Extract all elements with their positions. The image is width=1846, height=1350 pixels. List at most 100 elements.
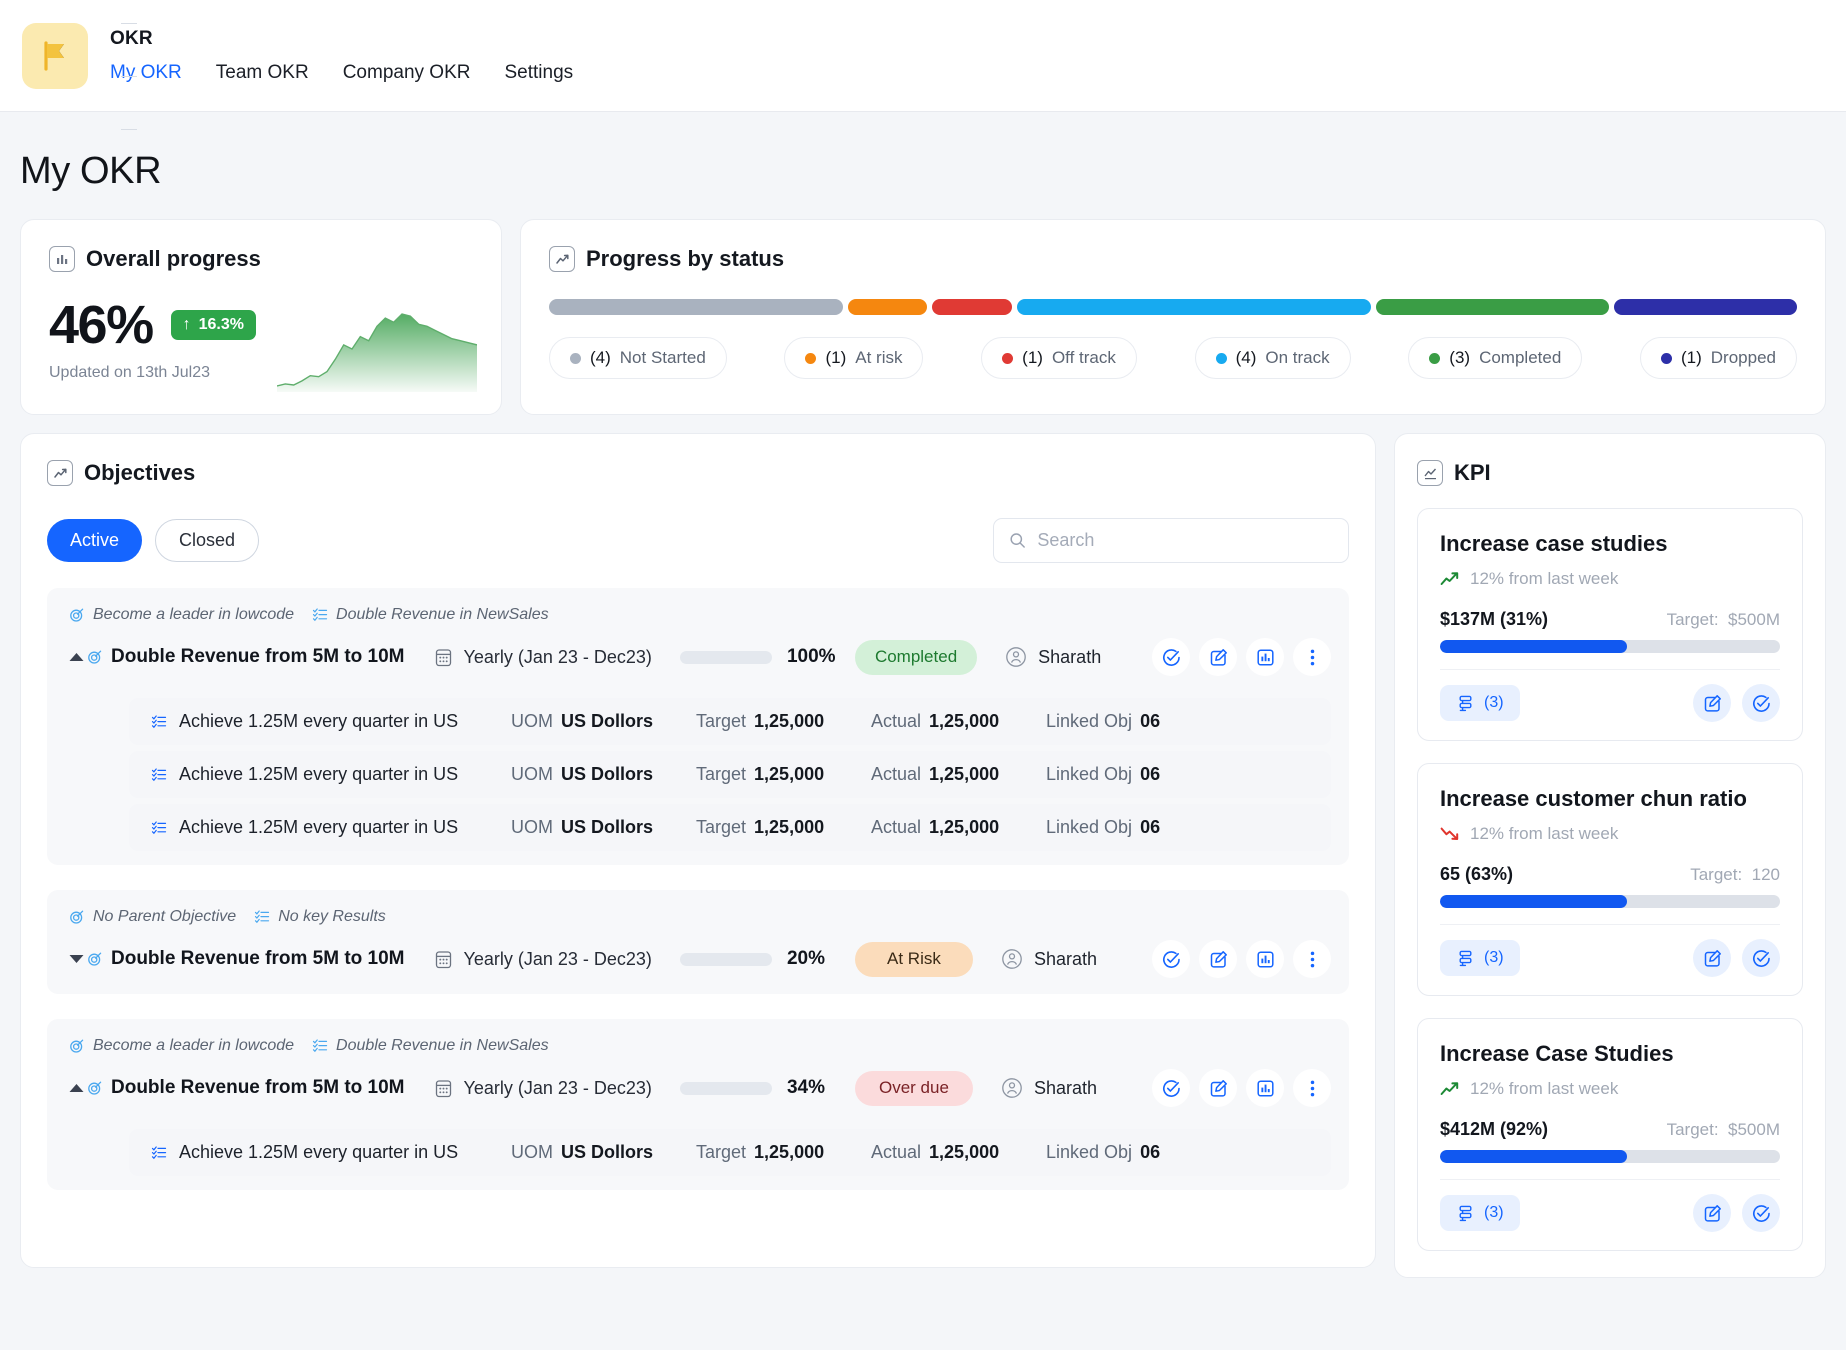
objective-insights-button[interactable] <box>1246 1069 1284 1107</box>
status-chip-at-risk[interactable]: (1) At risk <box>784 337 924 379</box>
objective-progress-percent: 100% <box>786 646 836 667</box>
check-in-button[interactable] <box>1152 1069 1190 1107</box>
kpi-card: KPI Increase case studies 12% from last w… <box>1394 433 1826 1278</box>
edit-icon <box>1210 1079 1227 1097</box>
kpi-edit-button[interactable] <box>1693 1194 1731 1232</box>
more-options-icon <box>1310 1080 1314 1096</box>
search-icon <box>1010 533 1025 548</box>
kpi-linked-chip[interactable]: (3) <box>1440 1195 1520 1231</box>
key-result-row[interactable]: Achieve 1.25M every quarter in US UOM US D… <box>129 698 1331 745</box>
key-result-actual: Actual 1,25,000 <box>871 817 1000 837</box>
objective-actions <box>1152 940 1331 978</box>
filter-active[interactable]: Active <box>47 519 143 562</box>
status-chip-dropped[interactable]: (1) Dropped <box>1639 337 1797 379</box>
kpi-chart-icon <box>1417 460 1443 486</box>
kpi-check-in-button[interactable] <box>1742 684 1780 722</box>
tree-connector <box>121 23 137 24</box>
objective-status-badge: Over due <box>854 1070 973 1106</box>
status-segment-on-track <box>1016 299 1372 315</box>
kpi-item-card: Increase case studies 12% from last week $… <box>1417 508 1803 741</box>
edit-icon <box>1210 648 1227 666</box>
trend-icon <box>549 246 575 272</box>
linked-items-icon <box>1459 695 1472 711</box>
nav-item-company-okr[interactable]: Company OKR <box>343 62 471 84</box>
edit-icon <box>1210 950 1227 968</box>
overall-progress-title: Overall progress <box>86 246 261 271</box>
status-count: (3) <box>1449 348 1471 367</box>
status-count: (1) <box>1022 348 1043 367</box>
more-options-icon <box>1310 649 1314 665</box>
main-content-row: Objectives Active Closed Become a leader… <box>20 23 1826 1278</box>
nav-item-settings[interactable]: Settings <box>504 62 573 84</box>
kpi-header: KPI <box>1417 460 1803 486</box>
objective-more-button[interactable] <box>1293 940 1331 978</box>
owner-avatar-icon <box>1002 1078 1022 1098</box>
objective-insights-button[interactable] <box>1246 940 1284 978</box>
objective-owner: Sharath <box>1001 948 1097 970</box>
objective-expand-toggle[interactable] <box>65 1082 87 1094</box>
nav-item-my-okr[interactable]: My OKR <box>110 62 182 84</box>
filter-closed[interactable]: Closed <box>155 519 260 562</box>
edit-icon <box>1704 694 1721 712</box>
key-result-row[interactable]: Achieve 1.25M every quarter in US UOM US D… <box>129 751 1331 798</box>
search-input[interactable] <box>1037 530 1333 551</box>
key-result-uom: UOM US Dollors <box>511 764 654 784</box>
objective-expand-toggle[interactable] <box>65 651 87 663</box>
status-chip-on-track[interactable]: (4) On track <box>1194 337 1351 379</box>
objective-expand-toggle[interactable] <box>65 953 87 965</box>
objectives-search[interactable] <box>993 518 1349 563</box>
kpi-item-values: 65 (63%) Target: 120 <box>1440 864 1780 885</box>
linked-items-icon <box>1459 950 1472 966</box>
status-segment-bar <box>549 299 1797 315</box>
progress-by-status-header: Progress by status <box>549 246 1797 272</box>
key-result-uom: UOM US Dollors <box>511 711 654 731</box>
objective-name: Double Revenue from 5M to 10M <box>111 646 405 667</box>
trend-up-icon <box>1440 572 1459 585</box>
kpi-linked-chip[interactable]: (3) <box>1440 685 1520 721</box>
owner-avatar-icon <box>1002 949 1022 969</box>
app-logo <box>22 22 88 89</box>
key-result-tag: Double Revenue in NewSales <box>312 1037 549 1055</box>
key-result-uom: UOM US Dollors <box>511 1142 654 1162</box>
status-label: Not Started <box>619 348 706 367</box>
objectives-card: Objectives Active Closed Become a leader… <box>20 23 1376 1268</box>
kpi-edit-button[interactable] <box>1693 684 1731 722</box>
objective-more-button[interactable] <box>1293 638 1331 676</box>
edit-objective-button[interactable] <box>1199 638 1237 676</box>
kpi-check-in-button[interactable] <box>1742 939 1780 977</box>
key-result-name-cell: Achieve 1.25M every quarter in US <box>151 817 511 838</box>
key-result-tag: No key Results <box>254 908 386 926</box>
objective-group: No Parent Objective No key Results Double … <box>47 890 1349 994</box>
key-result-target: Target 1,25,000 <box>696 817 825 837</box>
key-result-row[interactable]: Achieve 1.25M every quarter in US UOM US D… <box>129 804 1331 851</box>
bar-chart-icon <box>49 246 75 272</box>
check-in-button[interactable] <box>1152 638 1190 676</box>
objective-actions <box>1152 1069 1331 1107</box>
key-result-uom: UOM US Dollors <box>511 817 654 837</box>
key-result-linked: Linked Obj 06 <box>1046 1142 1161 1162</box>
kpi-link-count: (3) <box>1484 949 1504 966</box>
key-result-name: Achieve 1.25M every quarter in US <box>179 1142 459 1162</box>
status-chip-not-started[interactable]: (4) Not Started <box>549 337 727 379</box>
status-chip-completed[interactable]: (3) Completed <box>1408 337 1583 379</box>
key-result-name-cell: Achieve 1.25M every quarter in US <box>151 1142 511 1163</box>
objective-insights-button[interactable] <box>1246 638 1284 676</box>
objective-row: Double Revenue from 5M to 10M Yearly (Jan… <box>47 624 1349 692</box>
objective-more-button[interactable] <box>1293 1069 1331 1107</box>
nav-item-team-okr[interactable]: Team OKR <box>216 62 309 84</box>
kpi-edit-button[interactable] <box>1693 939 1731 977</box>
kpi-target-value: Target: 120 <box>1690 865 1780 884</box>
status-chip-off-track[interactable]: (1) Off track <box>981 337 1137 379</box>
kpi-check-in-button[interactable] <box>1742 1194 1780 1232</box>
key-result-tag: Double Revenue in NewSales <box>312 606 549 624</box>
objective-progress-percent: 34% <box>786 1077 825 1098</box>
key-result-target: Target 1,25,000 <box>696 764 825 784</box>
target-icon <box>70 910 84 924</box>
check-in-button[interactable] <box>1152 940 1190 978</box>
edit-objective-button[interactable] <box>1199 1069 1237 1107</box>
kpi-linked-chip[interactable]: (3) <box>1440 940 1520 976</box>
edit-objective-button[interactable] <box>1199 940 1237 978</box>
key-result-name-cell: Achieve 1.25M every quarter in US <box>151 764 511 785</box>
status-dot-icon <box>1429 352 1441 364</box>
key-result-row[interactable]: Achieve 1.25M every quarter in US UOM US D… <box>129 1129 1331 1176</box>
